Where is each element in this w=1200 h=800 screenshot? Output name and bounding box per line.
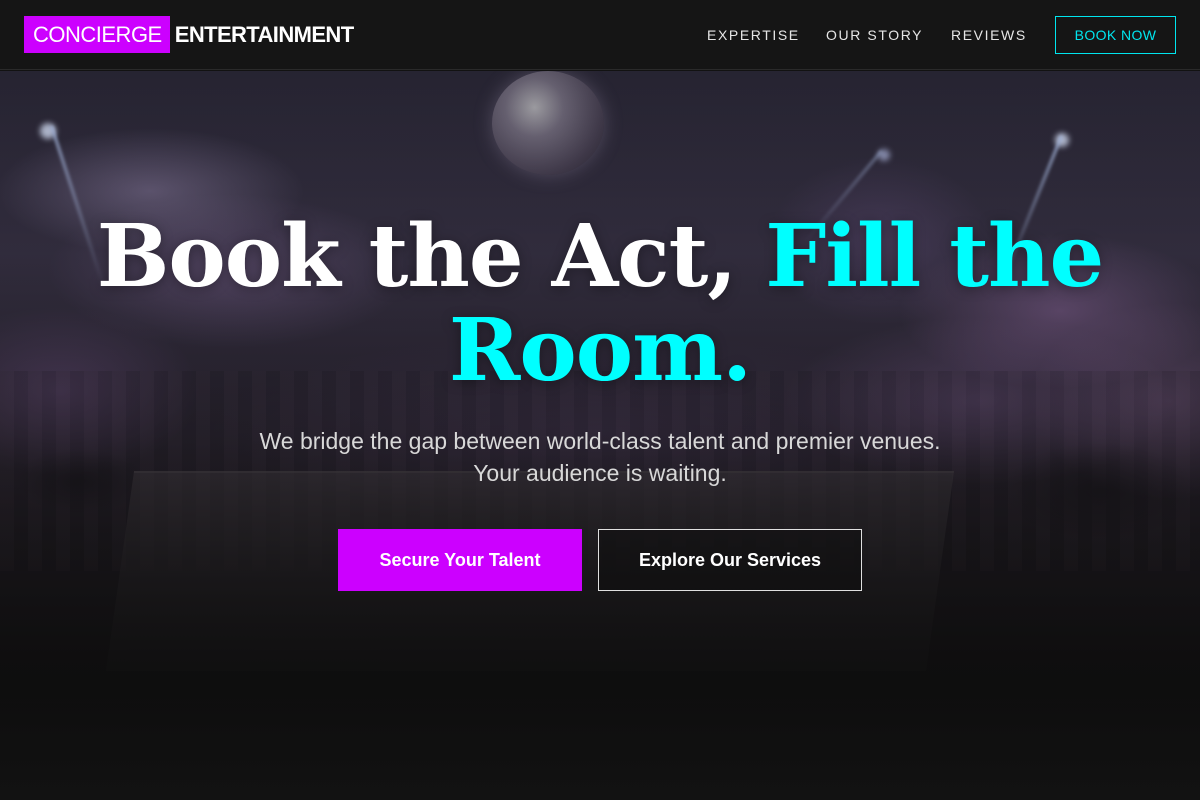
headline-plain: Book the Act, [96, 206, 766, 307]
nav-link-expertise[interactable]: EXPERTISE [707, 26, 800, 44]
logo-text: ENTERTAINMENT [174, 22, 354, 47]
secure-talent-button[interactable]: Secure Your Talent [338, 529, 582, 591]
logo-highlight: CONCIERGE [24, 16, 170, 53]
explore-services-button[interactable]: Explore Our Services [598, 529, 862, 591]
book-now-button[interactable]: BOOK NOW [1055, 16, 1176, 54]
hero-subtitle: We bridge the gap between world-class ta… [259, 428, 941, 486]
nav-link-reviews[interactable]: REVIEWS [951, 26, 1027, 44]
hero-headline: Book the Act, Fill the Room. [0, 210, 1200, 398]
nav-link-our-story[interactable]: OUR STORY [826, 26, 923, 44]
site-header: CONCIERGE ENTERTAINMENT EXPERTISE OUR ST… [0, 0, 1200, 70]
brand-logo[interactable]: CONCIERGE ENTERTAINMENT [24, 16, 354, 53]
